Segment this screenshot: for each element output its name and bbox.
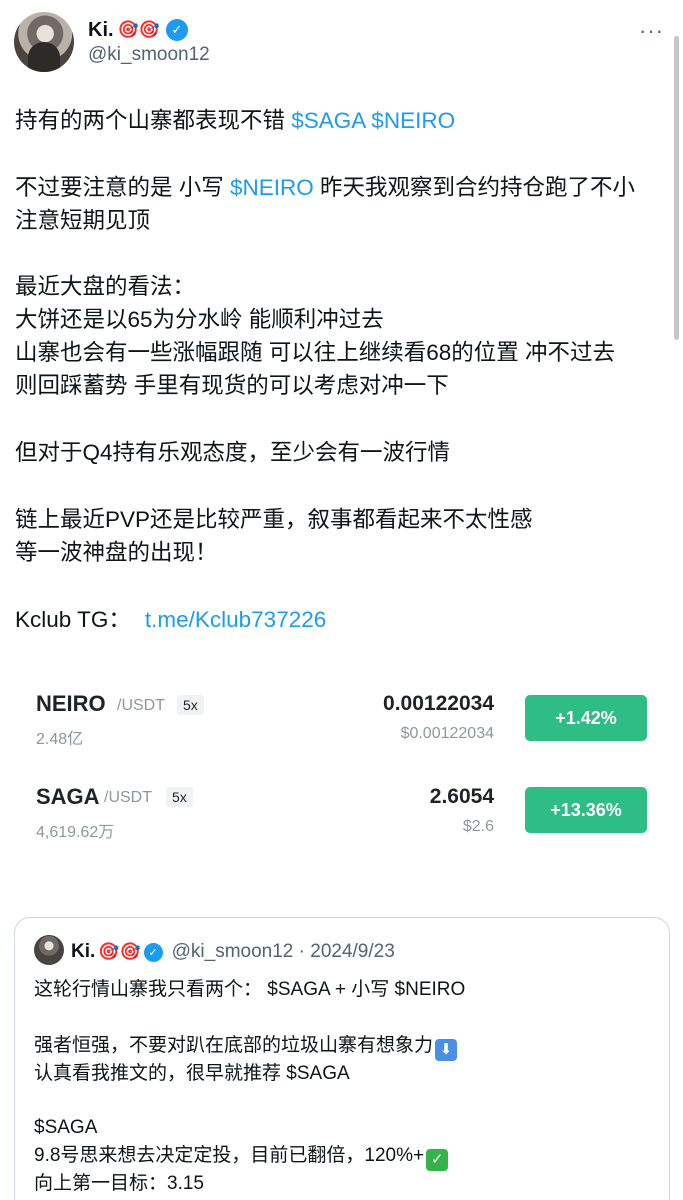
author-handle[interactable]: @ki_smoon12 [88,44,210,66]
quoted-line: 强者恒强，不要对趴在底部的垃圾山寨有想象力 ⬇ [34,1032,458,1061]
verified-badge-icon: ✓ [165,19,188,41]
cashtag-link[interactable]: $NEIRO [230,175,314,200]
quoted-line: 9.8号思来想去决定定投，目前已翻倍，120%+ ✓ [34,1142,449,1171]
quoted-author-name-row[interactable]: Ki. 🎯🎯 ✓ @ki_smoon12 · 2024/9/23 [71,939,395,965]
quoted-handle-date: @ki_smoon12 · 2024/9/23 [171,941,395,962]
leverage-badge: 5x [177,695,204,715]
kclub-telegram-link[interactable]: t.me/Kclub737226 [145,607,326,632]
tweet-line: 山寨也会有一些涨幅跟随 可以往上继续看68的位置 冲不过去 [15,340,616,365]
market-quote: /USDT [104,789,152,806]
market-symbol: SAGA [36,784,100,809]
quoted-line: 这轮行情山寨我只看两个： $SAGA + 小写 $NEIRO [34,979,466,1000]
tweet-line: 注意短期见顶 [15,208,151,233]
quoted-display-name: Ki. [71,941,96,962]
quoted-author-avatar[interactable] [34,935,64,965]
price-change-badge[interactable]: +13.36% [525,787,647,833]
target-emoji-icon: 🎯🎯 [117,20,160,39]
more-options-icon[interactable]: ··· [639,20,664,42]
price-change-badge[interactable]: +1.42% [525,695,647,741]
author-name-row[interactable]: Ki. 🎯🎯 ✓ [88,17,188,43]
quoted-line: 认真看我推文的，很早就推荐 $SAGA [34,1063,350,1084]
quoted-line: $SAGA [34,1117,98,1138]
market-quote: /USDT [117,697,165,714]
tweet-line: 等一波神盘的出现！ [15,540,218,565]
tweet-line: 链上最近PVP还是比较严重，叙事都看起来不太性感 [15,507,533,532]
tweet-line: 不过要注意的是 小写 $NEIRO 昨天我观察到合约持仓跑了不小 [15,175,636,200]
market-usd-price: $0.00122034 [400,725,494,742]
market-volume: 4,619.62万 [36,824,115,841]
tweet-line: 则回踩蓄势 手里有现货的可以考虑对冲一下 [15,373,449,398]
target-emoji-icon: 🎯🎯 [98,942,141,961]
tweet-line: 最近大盘的看法： [15,274,196,299]
market-usd-price: $2.6 [462,818,494,835]
down-arrow-emoji-icon: ⬇ [435,1039,458,1061]
quoted-line: 向上第一目标：3.15 [34,1173,204,1194]
cashtag-link[interactable]: $SAGA $NEIRO [291,108,455,133]
author-avatar[interactable] [14,12,74,72]
verified-badge-icon: ✓ [143,942,163,962]
market-symbol: NEIRO [36,691,106,716]
market-price: 0.00122034 [383,692,494,715]
author-display-name[interactable]: Ki. [88,19,114,42]
leverage-badge: 5x [166,787,193,807]
kclub-line: Kclub TG： t.me/Kclub737226 [15,607,327,632]
market-price: 2.6054 [429,785,494,808]
check-mark-emoji-icon: ✓ [426,1149,449,1171]
tweet-line: 但对于Q4持有乐观态度，至少会有一波行情 [15,440,451,465]
market-volume: 2.48亿 [36,731,84,748]
tweet-line: 大饼还是以65为分水岭 能顺利冲过去 [15,307,384,332]
tweet-line: 持有的两个山寨都表现不错 $SAGA $NEIRO [15,108,456,133]
scrollbar[interactable] [674,36,679,340]
